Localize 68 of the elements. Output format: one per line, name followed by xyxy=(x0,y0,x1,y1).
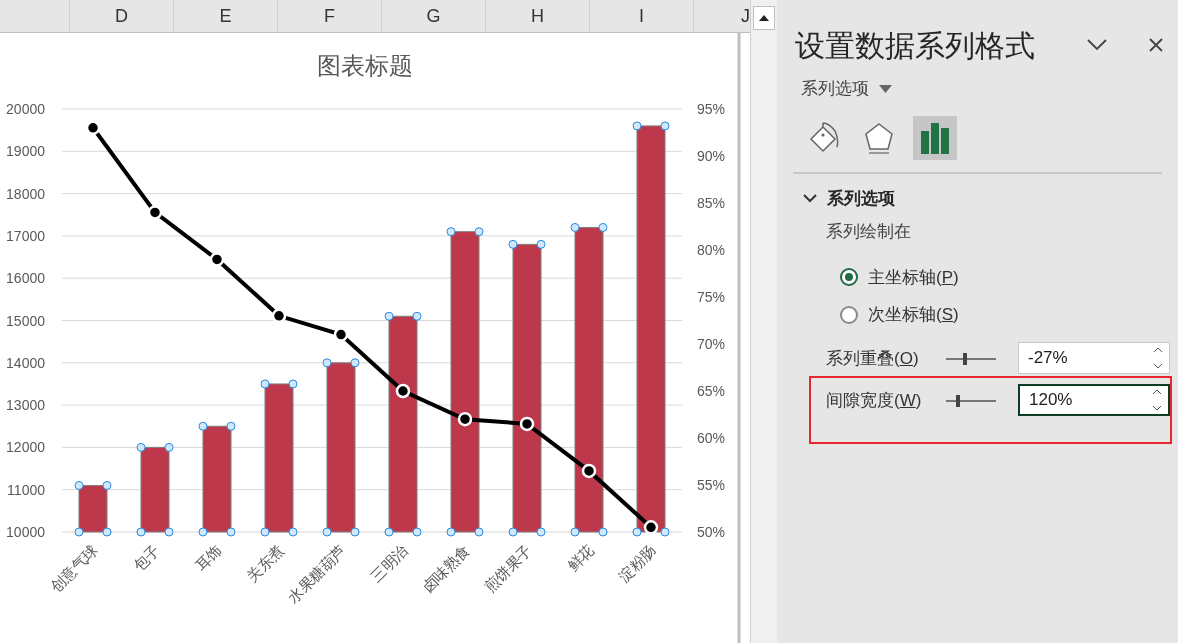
spin-arrows-icon[interactable] xyxy=(1153,346,1163,369)
column-header[interactable]: F xyxy=(278,0,382,32)
spin-arrows-icon[interactable] xyxy=(1152,388,1162,411)
category-label: 三明治 xyxy=(367,541,412,585)
axis-tick-label: 17000 xyxy=(6,227,45,244)
axis-tick-label: 10000 xyxy=(6,524,45,540)
radio-label[interactable]: 主坐标轴(P) xyxy=(868,264,959,290)
series-options-dropdown[interactable]: 系列选项 xyxy=(801,76,892,102)
option-label: 间隙宽度(W) xyxy=(826,389,923,412)
axis-tick-label: 11000 xyxy=(7,481,45,498)
category-label: 包子 xyxy=(129,541,164,575)
axis-tick-label: 13000 xyxy=(6,397,45,414)
pane-title: 设置数据系列格式 xyxy=(795,27,1035,64)
chevron-icon[interactable] xyxy=(803,193,817,204)
section-title[interactable]: 系列选项 xyxy=(827,185,895,211)
option-label: 系列重叠(O) xyxy=(826,347,920,370)
category-label: 鲜花 xyxy=(563,541,598,575)
bar xyxy=(78,484,108,533)
column-header[interactable]: E xyxy=(174,0,278,32)
bar-chart-icon xyxy=(920,121,950,154)
axis-tick-label: 60% xyxy=(697,430,726,446)
radio-label[interactable]: 次坐标轴(S) xyxy=(868,302,959,328)
column-header[interactable]: G xyxy=(382,0,486,32)
slider[interactable] xyxy=(946,394,996,407)
axis-tick-label: 85% xyxy=(697,195,726,211)
category-label: 耳饰 xyxy=(191,541,226,575)
slider-thumb[interactable] xyxy=(963,352,967,365)
selection-handles[interactable] xyxy=(74,480,112,537)
axis-tick-label: 95% xyxy=(697,101,726,117)
vertical-scrollbar[interactable] xyxy=(750,0,777,643)
axis-tick-label: 75% xyxy=(697,289,726,305)
chart-title: 图表标题 xyxy=(317,52,413,79)
axis-tick-label: 50% xyxy=(697,524,726,540)
caret-icon xyxy=(879,84,892,93)
column-header[interactable]: J xyxy=(694,0,750,32)
radio-button[interactable] xyxy=(840,305,858,324)
format-tab[interactable] xyxy=(913,115,957,160)
radio-button[interactable] xyxy=(840,268,858,287)
category-label: 卤味熟食 xyxy=(418,541,474,596)
plot-on-label: 系列绘制在 xyxy=(826,221,912,243)
axis-tick-label: 16000 xyxy=(6,270,45,287)
slider-thumb[interactable] xyxy=(956,394,961,407)
category-label: 煎饼果子 xyxy=(480,541,536,596)
axis-tick-label: 14000 xyxy=(6,354,45,371)
axis-tick-label: 12000 xyxy=(6,439,45,456)
up-arrow-icon xyxy=(759,15,769,21)
category-label: 创意气球 xyxy=(46,541,102,596)
spin-field[interactable]: 120% xyxy=(1018,383,1170,416)
category-label: 淀粉肠 xyxy=(615,541,660,585)
axis-tick-label: 80% xyxy=(697,242,726,258)
axis-tick-label: 19000 xyxy=(6,143,45,160)
axis-tick-label: 90% xyxy=(697,148,726,164)
column-header[interactable]: H xyxy=(486,0,590,32)
axis-tick-label: 18000 xyxy=(6,185,45,202)
column-header[interactable]: I xyxy=(590,0,694,32)
spin-field[interactable]: -27% xyxy=(1018,341,1170,374)
axis-tick-label: 20000 xyxy=(6,101,45,117)
paint-bucket-icon xyxy=(807,120,839,155)
axis-tick-label: 55% xyxy=(697,477,726,493)
close-icon[interactable] xyxy=(1149,38,1163,52)
column-header[interactable]: D xyxy=(70,0,174,32)
axis-tick-label: 65% xyxy=(697,383,726,399)
scroll-up-button[interactable] xyxy=(753,6,775,30)
slider[interactable] xyxy=(946,352,996,365)
axis-tick-label: 70% xyxy=(697,336,726,352)
axis-tick-label: 15000 xyxy=(6,312,45,329)
pentagon-icon xyxy=(863,120,895,155)
chevron-down-icon[interactable] xyxy=(1087,39,1107,51)
